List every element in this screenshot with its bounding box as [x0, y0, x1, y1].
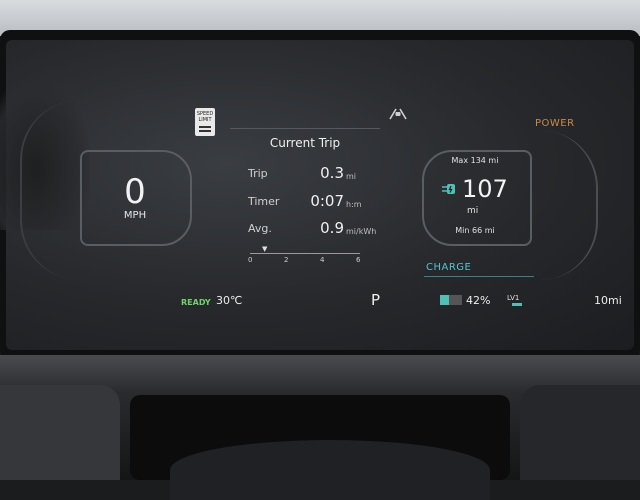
trip-row-unit: mi [346, 172, 357, 181]
range-max: Max 134 mi [451, 156, 499, 165]
scale-tick-label: 4 [320, 256, 325, 264]
battery-gauge-fill [440, 295, 449, 305]
trip-panel-title: Current Trip [269, 136, 341, 150]
trip-row-label: Trip [248, 167, 268, 180]
speed-limit-line2: LIMIT [198, 117, 212, 123]
speed-limit-sign-icon: SPEED LIMIT [195, 108, 215, 136]
lane-assist-icon [389, 108, 407, 120]
timer-row-value: 0:07 [310, 192, 344, 210]
scale-tick-label: 6 [356, 256, 361, 264]
power-gauge-label: POWER [535, 118, 575, 129]
left-arc-decoration [20, 100, 82, 280]
charge-gauge-line [424, 276, 534, 277]
battery-percent: 42% [466, 294, 491, 307]
timer-row-unit: h:m [346, 200, 362, 209]
trip-divider [230, 128, 380, 129]
avg-row-label: Avg. [248, 222, 272, 235]
avg-row-unit: mi/kWh [346, 227, 377, 236]
ready-indicator: READY [181, 298, 211, 307]
speed-value: 0 [124, 172, 146, 212]
avg-row-value: 0.9 [320, 219, 344, 237]
outside-temperature: 30℃ [216, 294, 243, 307]
range-value: 107 [462, 175, 508, 203]
efficiency-scale [250, 253, 360, 254]
dashboard-left-trim [0, 385, 120, 480]
efficiency-marker-icon: ▼ [262, 245, 268, 253]
scale-tick-label: 0 [248, 256, 253, 264]
range-unit: mi [467, 206, 479, 216]
odometer: 10mi [594, 294, 622, 307]
steering-wheel [170, 440, 490, 500]
lv-indicator-bar [512, 303, 522, 306]
charge-gauge-label: CHARGE [426, 262, 472, 273]
scale-tick-label: 2 [284, 256, 289, 264]
trip-row-value: 0.3 [320, 164, 344, 182]
timer-row-label: Timer [248, 195, 280, 208]
range-min: Min 66 mi [455, 226, 495, 235]
gear-indicator: P [371, 291, 381, 309]
dashboard-right-trim [520, 385, 640, 480]
speed-limit-line1: SPEED [196, 111, 214, 117]
speed-unit: MPH [123, 210, 147, 221]
ev-plug-icon [442, 184, 455, 194]
lv-indicator: LV1 [507, 294, 520, 302]
